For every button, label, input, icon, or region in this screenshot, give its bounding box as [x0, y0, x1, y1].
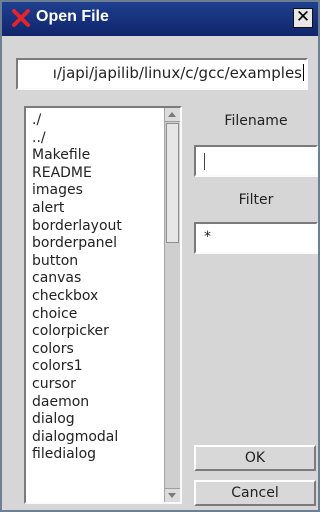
scroll-up-button[interactable]	[165, 108, 180, 122]
list-item[interactable]: borderpanel	[26, 235, 162, 253]
list-item[interactable]: images	[26, 182, 162, 200]
chevron-down-icon	[168, 493, 176, 498]
list-item[interactable]: daemon	[26, 394, 162, 412]
scroll-down-button[interactable]	[165, 488, 180, 502]
file-list[interactable]: ./../Makefile README images alert borderlayo…	[24, 106, 182, 504]
list-item[interactable]: filedialog	[26, 446, 162, 464]
filter-field[interactable]: *	[194, 222, 318, 254]
filter-label: Filter	[238, 192, 274, 208]
file-list-items: ./../Makefile README images alert borderlayo…	[26, 112, 162, 464]
list-item[interactable]: button	[26, 253, 162, 271]
text-caret	[303, 64, 304, 81]
list-item[interactable]: colors	[26, 341, 162, 359]
list-item[interactable]: dialogmodal	[26, 429, 162, 447]
list-item[interactable]: borderlayout	[26, 218, 162, 236]
close-button[interactable]: ✕	[293, 8, 313, 28]
list-item[interactable]: checkbox	[26, 288, 162, 306]
list-item[interactable]: Makefile	[26, 147, 162, 165]
filename-label: Filename	[224, 113, 288, 129]
filename-field[interactable]	[194, 145, 318, 177]
open-file-dialog: Open File ✕ ı/japi/japilib/linux/c/gcc/e…	[0, 0, 320, 512]
list-item[interactable]: canvas	[26, 270, 162, 288]
x-icon	[12, 9, 30, 27]
list-item[interactable]: dialog	[26, 411, 162, 429]
list-item[interactable]: colors1	[26, 358, 162, 376]
list-item[interactable]: ./	[26, 112, 162, 130]
list-item[interactable]: README	[26, 165, 162, 183]
path-value: ı/japi/japilib/linux/c/gcc/examples	[52, 64, 304, 82]
window-title: Open File	[36, 8, 109, 25]
list-item[interactable]: choice	[26, 306, 162, 324]
list-item[interactable]: alert	[26, 200, 162, 218]
list-item[interactable]: ../	[26, 130, 162, 148]
list-item[interactable]: cursor	[26, 376, 162, 394]
cancel-button[interactable]: Cancel	[194, 480, 316, 506]
list-item[interactable]: colorpicker	[26, 323, 162, 341]
scroll-thumb[interactable]	[166, 123, 179, 243]
path-input[interactable]: ı/japi/japilib/linux/c/gcc/examples	[16, 58, 308, 90]
filter-value: *	[204, 229, 211, 245]
ok-button[interactable]: OK	[194, 445, 316, 471]
title-bar[interactable]: Open File ✕	[2, 2, 318, 36]
vertical-scrollbar[interactable]	[164, 108, 180, 502]
chevron-up-icon	[168, 112, 176, 117]
text-cursor-icon	[204, 153, 205, 170]
